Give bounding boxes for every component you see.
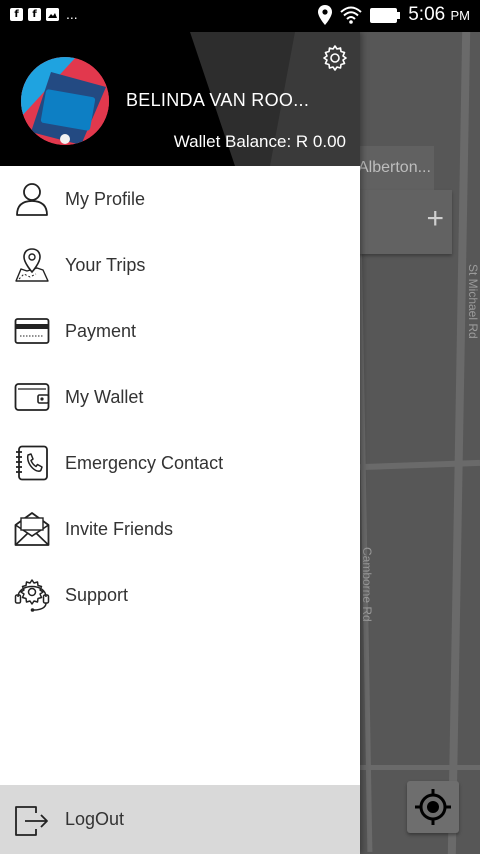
- menu-item-my-wallet[interactable]: My Wallet: [0, 364, 360, 430]
- add-button[interactable]: +: [358, 190, 452, 254]
- menu-item-label: Payment: [65, 321, 137, 341]
- menu-item-payment[interactable]: Payment: [0, 298, 360, 364]
- map-pin-icon: [15, 248, 49, 282]
- wifi-icon: [340, 6, 362, 24]
- menu-item-label: Emergency Contact: [65, 453, 224, 473]
- plus-icon: +: [426, 202, 444, 235]
- battery-icon: [370, 7, 401, 23]
- clock: 5:06 PM: [408, 4, 470, 25]
- status-bar: f f ... 5:06 PM: [0, 0, 480, 32]
- menu-item-label: My Profile: [65, 189, 146, 209]
- envelope-icon: [14, 512, 50, 546]
- place-label-card[interactable]: Alberton...: [358, 146, 434, 190]
- credit-card-icon: [14, 318, 50, 344]
- road: [360, 765, 480, 770]
- navigation-drawer: BELINDA VAN ROO... Wallet Balance: R 0.0…: [0, 32, 360, 854]
- logout-button[interactable]: LogOut: [0, 785, 360, 854]
- facebook-icon: f: [10, 8, 23, 21]
- menu-item-your-trips[interactable]: Your Trips: [0, 232, 360, 298]
- avatar[interactable]: [21, 57, 109, 145]
- street-label: Camborne Rd: [360, 547, 374, 622]
- crosshair-icon: [415, 789, 451, 825]
- facebook-icon: f: [28, 8, 41, 21]
- drawer-menu: My Profile Your Trips Payment My Wallet …: [0, 166, 360, 628]
- menu-item-my-profile[interactable]: My Profile: [0, 166, 360, 232]
- logout-icon: [15, 806, 48, 836]
- notification-icons: f f ...: [10, 6, 78, 22]
- my-location-button[interactable]: [407, 781, 459, 833]
- logout-label: LogOut: [65, 809, 125, 829]
- phone-book-icon: [16, 445, 48, 481]
- street-label: St Michael Rd: [466, 264, 480, 339]
- wallet-icon: [14, 383, 50, 411]
- menu-item-support[interactable]: Support: [0, 562, 360, 628]
- menu-item-label: My Wallet: [65, 387, 144, 407]
- menu-item-emergency-contact[interactable]: Emergency Contact: [0, 430, 360, 496]
- menu-item-label: Your Trips: [65, 255, 146, 275]
- road: [447, 32, 471, 854]
- menu-item-invite-friends[interactable]: Invite Friends: [0, 496, 360, 562]
- overflow-indicator: ...: [66, 6, 78, 22]
- headset-gear-icon: [14, 579, 50, 612]
- gear-icon: [323, 45, 347, 71]
- location-icon: [318, 5, 333, 25]
- drawer-header: BELINDA VAN ROO... Wallet Balance: R 0.0…: [0, 32, 360, 166]
- menu-item-label: Invite Friends: [65, 519, 174, 539]
- user-name: BELINDA VAN ROO...: [126, 90, 310, 110]
- user-icon: [16, 183, 48, 216]
- settings-button[interactable]: [322, 45, 348, 71]
- menu-item-label: Support: [65, 585, 129, 605]
- wallet-balance: Wallet Balance: R 0.00: [173, 132, 346, 151]
- image-icon: [46, 8, 59, 21]
